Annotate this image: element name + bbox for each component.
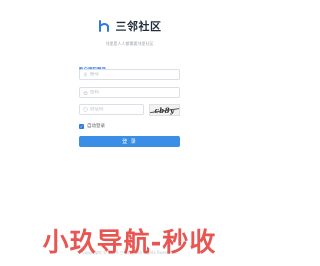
login-button[interactable]: 登 录 bbox=[79, 136, 180, 147]
username-input[interactable] bbox=[90, 72, 170, 77]
captcha-input[interactable] bbox=[90, 107, 140, 112]
captcha-image[interactable]: cb8y bbox=[149, 104, 180, 116]
remember-me[interactable]: ✓ 自动登录 bbox=[79, 123, 105, 129]
watermark: 小玖导航-秒收 bbox=[42, 228, 217, 258]
brand: 三邻社区 bbox=[98, 18, 162, 34]
lock-icon bbox=[83, 90, 88, 95]
password-field[interactable] bbox=[79, 87, 180, 98]
password-input[interactable] bbox=[90, 90, 170, 95]
shield-icon bbox=[83, 107, 88, 112]
check-icon: ✓ bbox=[79, 123, 84, 129]
remember-label: 自动登录 bbox=[87, 124, 105, 129]
user-icon bbox=[83, 72, 88, 77]
logo-icon bbox=[98, 20, 109, 32]
remember-checkbox[interactable]: ✓ bbox=[79, 123, 84, 129]
username-field[interactable] bbox=[79, 69, 180, 80]
captcha-field[interactable] bbox=[79, 104, 144, 115]
subtitle: 邻里是人人都需要邻里社区 bbox=[105, 41, 154, 46]
brand-name: 三邻社区 bbox=[115, 20, 162, 33]
header: 三邻社区 邻里是人人都需要邻里社区 bbox=[0, 18, 259, 47]
